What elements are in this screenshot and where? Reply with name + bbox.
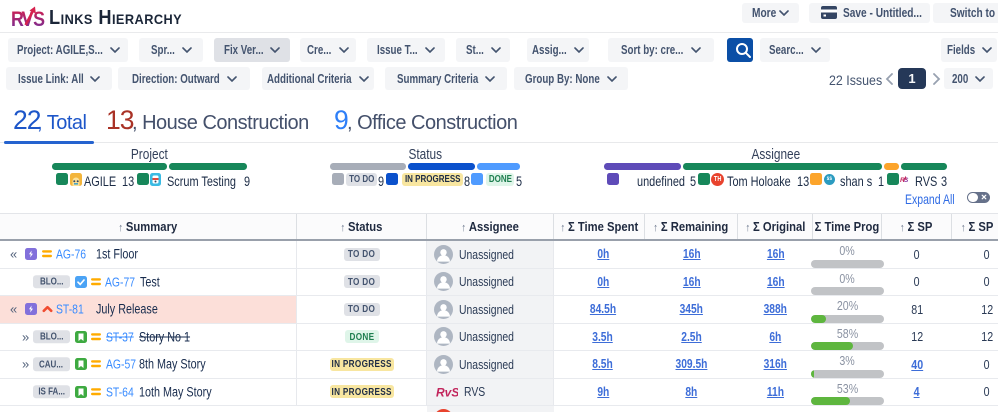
svg-text:RvS: RvS (436, 385, 458, 399)
